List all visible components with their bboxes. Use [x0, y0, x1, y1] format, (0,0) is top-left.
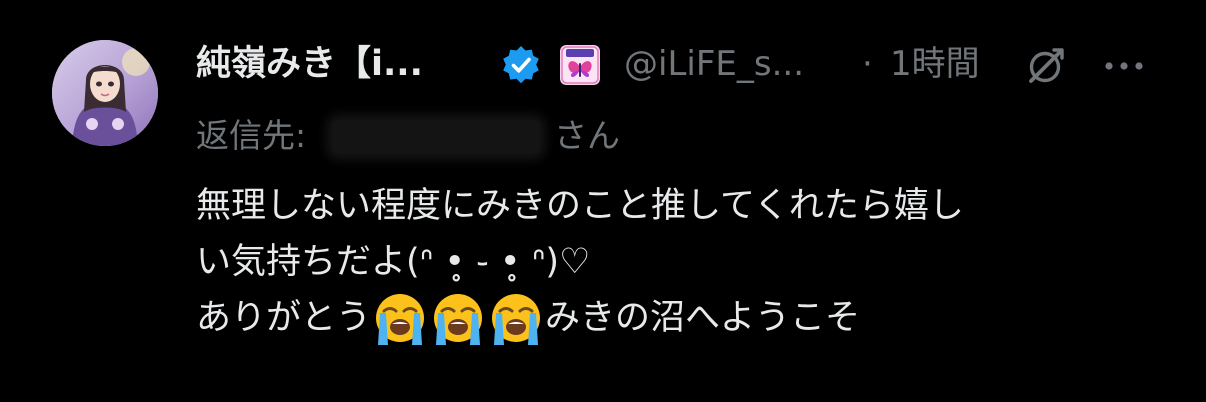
tweet-header: 純嶺みき【i... @iLiFE_s... · 1時間: [196, 36, 1176, 92]
tweet[interactable]: 純嶺みき【i... @iLiFE_s... · 1時間 返信先: さん 無理しな…: [0, 0, 1206, 402]
tweet-text: 無理しない程度にみきのこと推してくれたら嬉し い気持ちだよ(ᐢ •̥ ֊ •̥ …: [196, 178, 1156, 346]
author-display-name[interactable]: 純嶺みき【i...: [196, 40, 423, 88]
verified-badge-icon[interactable]: [500, 44, 542, 86]
reply-to-suffix: さん: [554, 116, 620, 155]
more-options-icon[interactable]: [1102, 58, 1146, 72]
author-handle[interactable]: @iLiFE_s...: [624, 40, 804, 88]
reply-to-label: 返信先:: [196, 116, 307, 155]
tweet-text-line: ありがとう みきの沼へようこそ: [196, 290, 1156, 346]
loudly-crying-face-emoji: [371, 289, 429, 347]
affiliate-badge-icon[interactable]: [560, 45, 600, 85]
tweet-text-segment: ありがとう: [196, 298, 372, 338]
avatar[interactable]: [52, 40, 158, 146]
loudly-crying-face-emoji: [487, 289, 545, 347]
tweet-text-line: 無理しない程度にみきのこと推してくれたら嬉し: [196, 186, 964, 226]
tweet-text-line: い気持ちだよ(ᐢ •̥ ֊ •̥ ᐢ)♡: [196, 242, 591, 282]
separator-dot: ·: [862, 44, 873, 84]
reply-context: 返信先: さん: [196, 112, 896, 160]
tweet-timestamp[interactable]: 1時間: [890, 40, 980, 88]
redacted-username[interactable]: [332, 120, 540, 154]
grok-icon[interactable]: [1024, 46, 1066, 88]
tweet-text-segment: みきの沼へようこそ: [545, 298, 861, 338]
loudly-crying-face-emoji: [429, 289, 487, 347]
